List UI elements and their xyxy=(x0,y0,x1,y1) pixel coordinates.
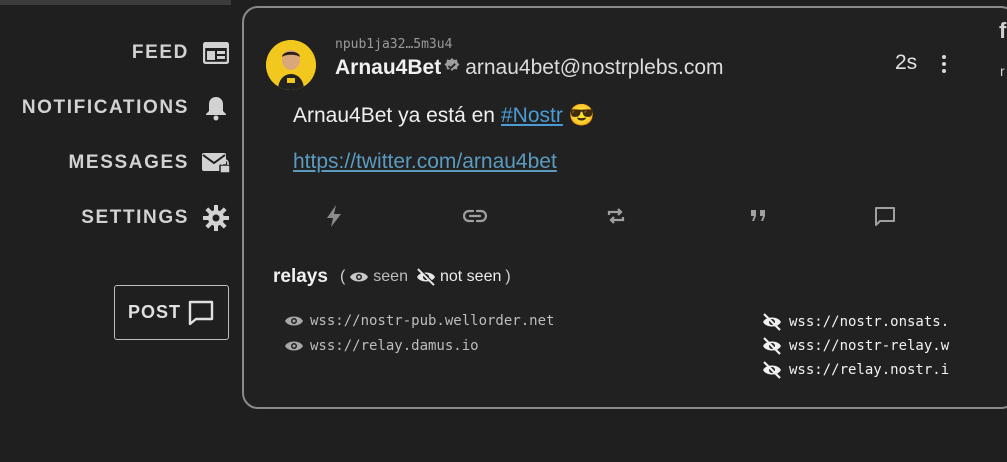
more-options-icon[interactable] xyxy=(934,51,954,77)
author-nip05: arnau4bet@nostrplebs.com xyxy=(465,56,724,79)
sidebar-item-notifications[interactable]: NOTIFICATIONS xyxy=(22,93,231,123)
relay-not-seen-item: wss://relay.nostr.i xyxy=(761,361,949,379)
relay-not-seen-item: wss://nostr.onsats. xyxy=(761,313,949,331)
eye-icon xyxy=(285,341,303,351)
paren-close: ) xyxy=(505,268,511,285)
envelope-lock-icon xyxy=(201,148,231,178)
author-row: Arnau4Bet arnau4bet@nostrplebs.com xyxy=(335,56,724,80)
relay-seen-item: wss://relay.damus.io xyxy=(284,338,479,354)
eye-off-icon xyxy=(763,361,781,379)
relay-seen-item: wss://nostr-pub.wellorder.net xyxy=(284,313,554,329)
author-npub: npub1ja32…5m3u4 xyxy=(335,37,453,52)
hashtag-link[interactable]: #Nostr xyxy=(501,104,563,128)
reply-icon[interactable] xyxy=(873,204,897,228)
author-name[interactable]: Arnau4Bet xyxy=(335,56,441,80)
relays-legend: ( seen not seen ) xyxy=(334,268,511,286)
relay-url: wss://relay.damus.io xyxy=(310,338,479,354)
post-button[interactable]: POST xyxy=(114,285,229,340)
gear-icon xyxy=(201,203,231,233)
post-button-label: POST xyxy=(127,302,181,322)
relays-header: relays ( seen not seen ) xyxy=(273,266,511,288)
sidebar-item-label: NOTIFICATIONS xyxy=(21,97,189,118)
eye-off-icon xyxy=(416,268,436,286)
sidebar-item-feed[interactable]: FEED xyxy=(132,38,231,68)
link-icon[interactable] xyxy=(463,204,487,228)
relay-url: wss://nostr-pub.wellorder.net xyxy=(310,313,555,329)
author-avatar[interactable] xyxy=(266,40,316,90)
comment-icon xyxy=(188,300,214,325)
relay-url: wss://relay.nostr.i xyxy=(789,362,950,378)
sidebar-item-label: SETTINGS xyxy=(81,207,189,228)
eye-off-icon xyxy=(763,313,781,331)
eye-off-icon xyxy=(763,337,781,355)
zap-icon[interactable] xyxy=(322,204,346,228)
clipped-next-column-text: f xyxy=(999,18,1007,43)
feed-icon xyxy=(201,38,231,68)
sidebar-item-label: FEED xyxy=(131,42,189,63)
relay-url: wss://nostr-relay.w xyxy=(789,338,950,354)
eye-icon xyxy=(350,272,369,282)
clipped-next-column-text: r xyxy=(1000,63,1005,79)
sunglasses-emoji: 😎 xyxy=(568,104,595,127)
paren-open: ( xyxy=(339,268,346,285)
not-seen-legend-label: not seen xyxy=(439,268,502,285)
seen-legend-label: seen xyxy=(373,268,408,285)
relays-title: relays xyxy=(273,266,328,287)
quote-icon[interactable] xyxy=(746,204,770,228)
verified-badge-icon xyxy=(444,57,460,79)
bell-icon xyxy=(201,93,231,123)
note-content: Arnau4Bet ya está en #Nostr 😎 xyxy=(293,104,595,128)
relay-not-seen-item: wss://nostr-relay.w xyxy=(761,337,949,355)
relay-url: wss://nostr.onsats. xyxy=(789,314,950,330)
note-text: Arnau4Bet ya está en xyxy=(293,104,495,127)
sidebar-item-messages[interactable]: MESSAGES xyxy=(69,148,232,178)
sidebar-item-settings[interactable]: SETTINGS xyxy=(81,203,231,233)
note-timestamp: 2s xyxy=(895,51,918,74)
note-url-link[interactable]: https://twitter.com/arnau4bet xyxy=(293,150,557,174)
repost-icon[interactable] xyxy=(604,204,628,228)
top-scroll-indicator xyxy=(0,0,231,5)
eye-icon xyxy=(285,316,303,326)
sidebar-item-label: MESSAGES xyxy=(68,152,189,173)
